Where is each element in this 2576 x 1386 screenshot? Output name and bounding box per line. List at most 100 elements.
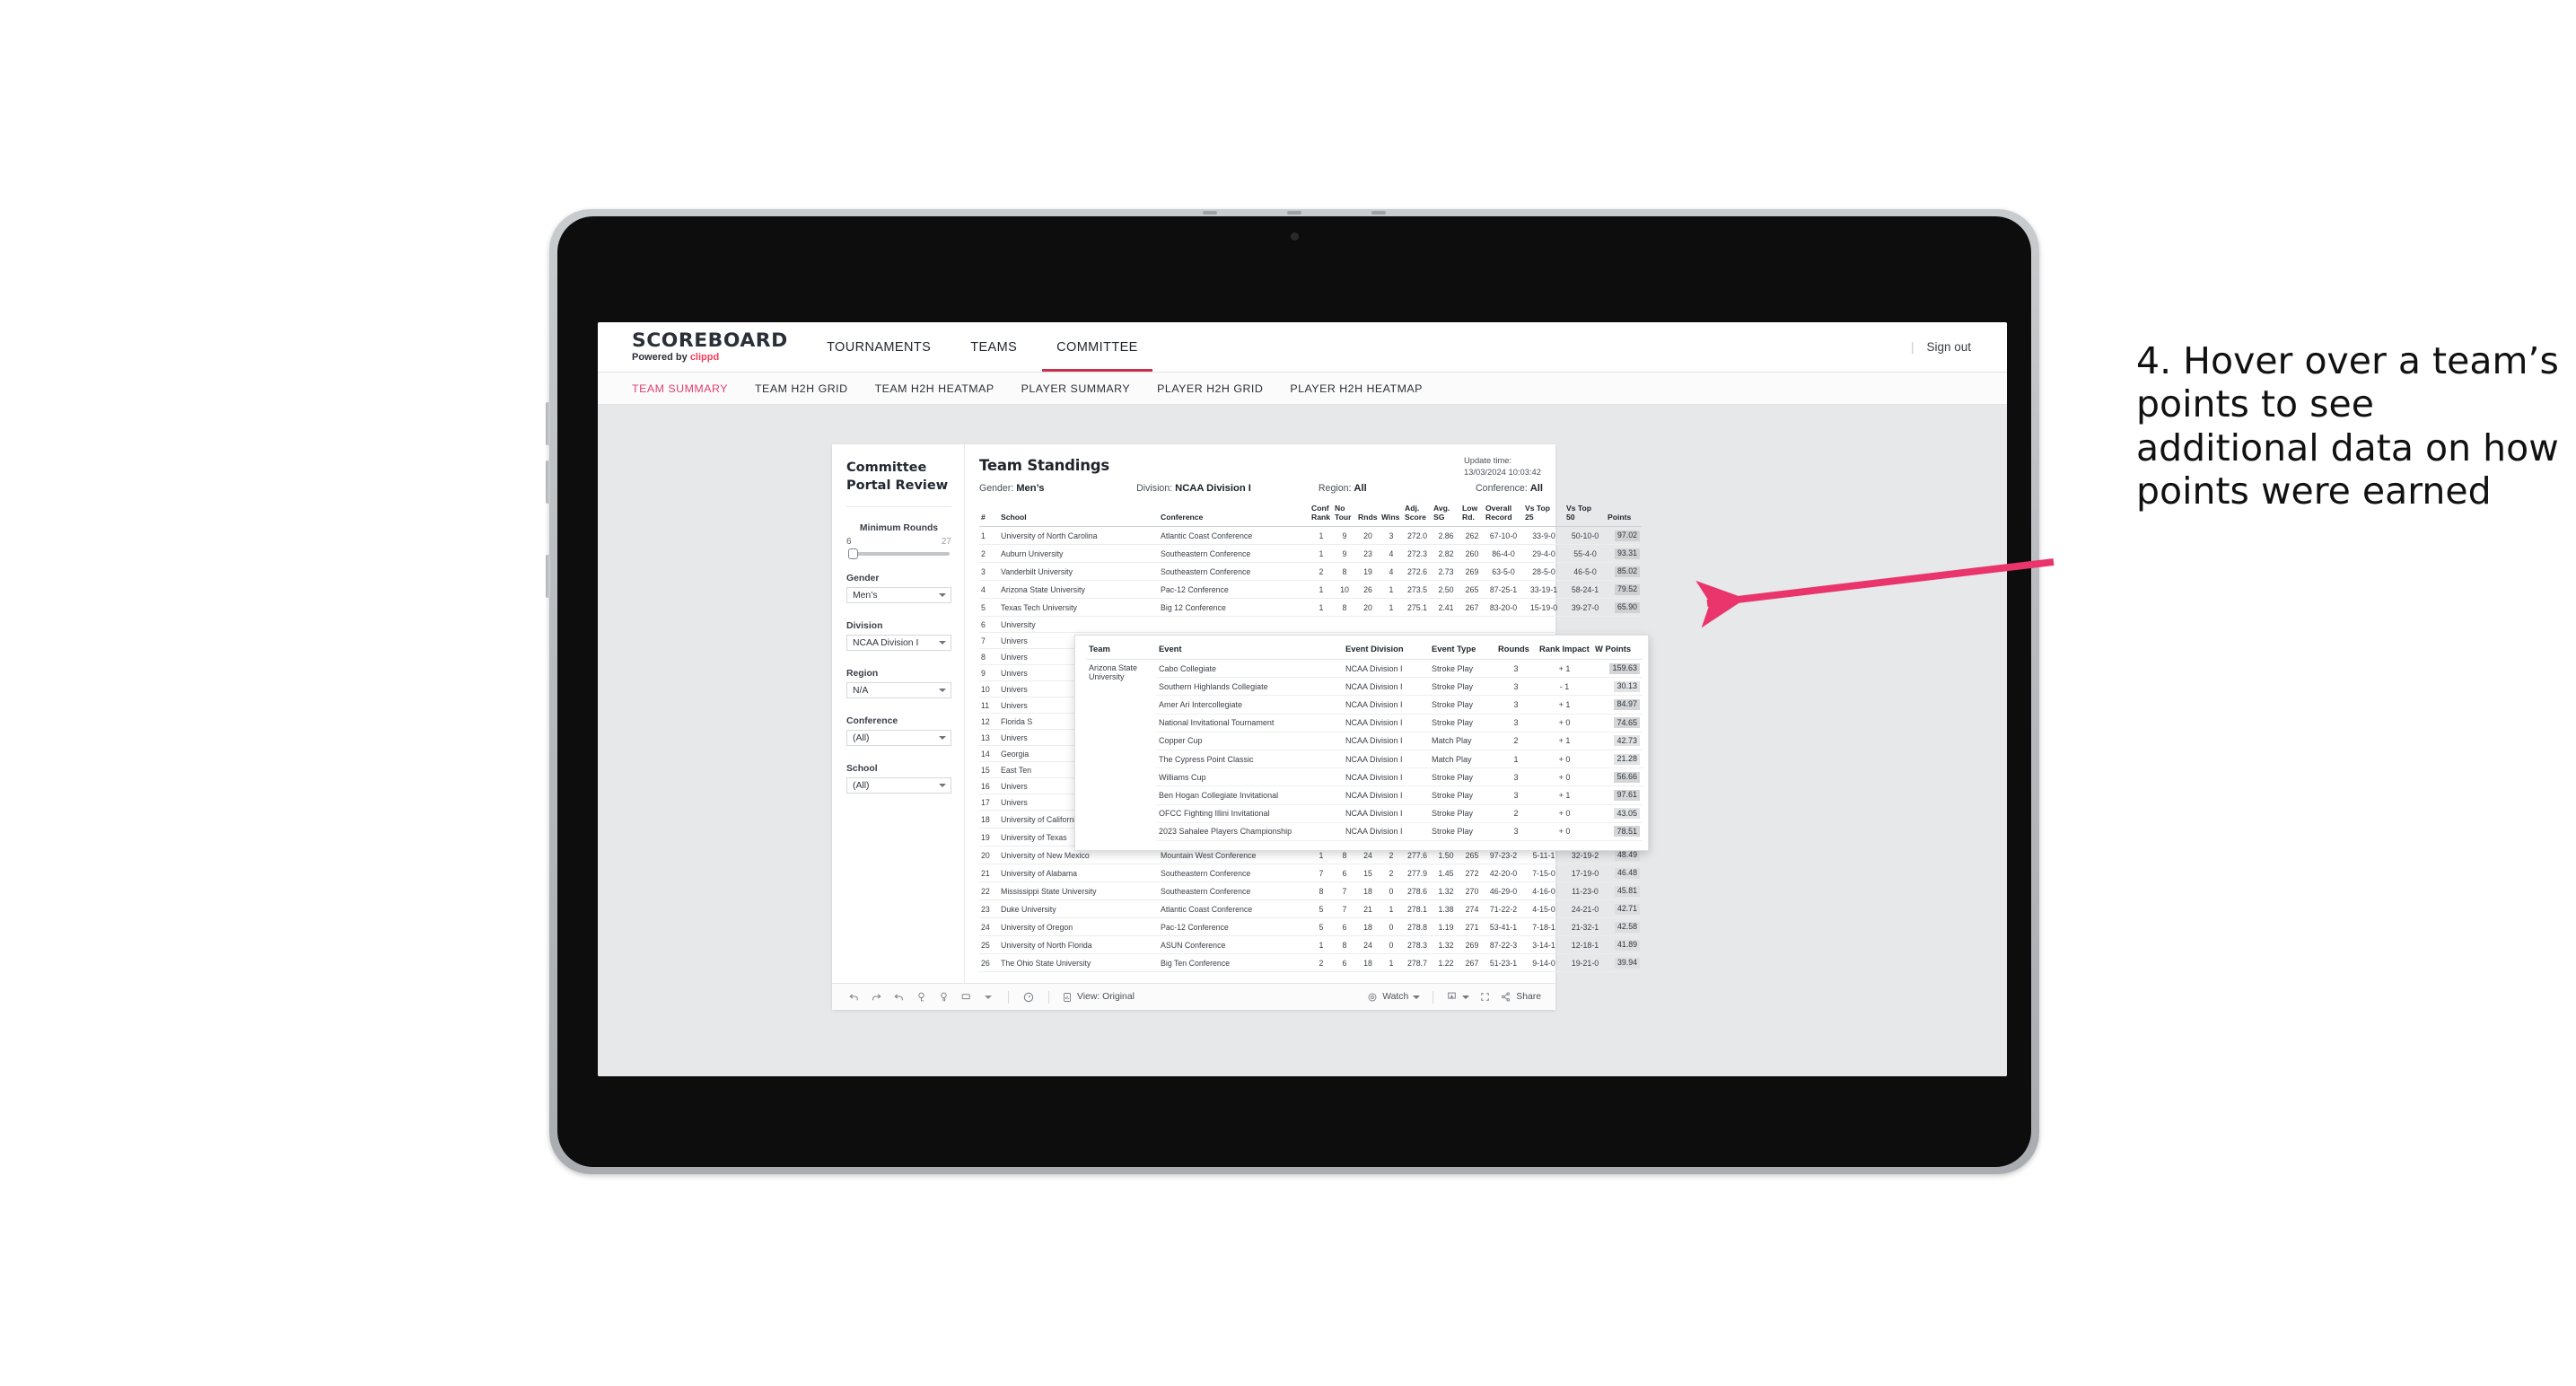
tooltip-rounds-cell: 3 <box>1495 768 1537 787</box>
vs-top-25-cell: 33-19-1 <box>1523 580 1564 600</box>
tab-team-h2h-heatmap[interactable]: TEAM H2H HEATMAP <box>875 382 994 395</box>
col-conference: Conference <box>1159 502 1310 528</box>
minimum-rounds-slider[interactable] <box>848 548 950 560</box>
table-header-row: # School Conference Conf Rank No Tour Rn… <box>979 502 1642 528</box>
conference-select[interactable]: (All) <box>846 730 951 747</box>
chip-label: Gender: <box>979 483 1014 494</box>
no-tour-cell: 6 <box>1333 864 1356 883</box>
table-row[interactable]: 1 University of North Carolina Atlantic Co… <box>979 526 1642 546</box>
tooltip-row: 2023 Sahalee Players Championship NCAA Di… <box>1086 822 1643 841</box>
avg-sg-cell: 1.22 <box>1432 953 1460 973</box>
tooltip-w-points-cell: 30.13 <box>1592 677 1643 697</box>
nav-item-teams[interactable]: TEAMS <box>951 322 1037 372</box>
update-time: Update time: 13/03/2024 10:03:42 <box>1464 455 1541 478</box>
tab-player-h2h-grid[interactable]: PLAYER H2H GRID <box>1157 382 1263 395</box>
table-row[interactable]: 4 Arizona State University Pac-12 Conferen… <box>979 580 1642 600</box>
refresh-icon[interactable] <box>914 990 928 1004</box>
pause-icon[interactable] <box>1021 990 1036 1004</box>
redo-icon[interactable] <box>869 990 883 1004</box>
table-row[interactable]: 2 Auburn University Southeastern Conferenc… <box>979 544 1642 564</box>
tab-team-h2h-grid[interactable]: TEAM H2H GRID <box>755 382 848 395</box>
points-cell[interactable]: 97.02 <box>1606 526 1642 546</box>
filter-minimum-rounds: Minimum Rounds 6 27 <box>846 523 951 560</box>
brand-logo[interactable]: SCOREBOARD Powered by clippd <box>598 331 807 363</box>
points-breakdown-table: Team Event Event Division Event Type Rou… <box>1086 644 1643 841</box>
tablet-device: SCOREBOARD Powered by clippd TOURNAMENTS… <box>546 209 2039 1174</box>
custom-views-caret-icon[interactable] <box>981 990 995 1004</box>
tooltip-type-cell: Stroke Play <box>1429 714 1495 732</box>
nav-item-committee[interactable]: COMMITTEE <box>1037 322 1158 372</box>
points-cell[interactable]: 42.71 <box>1606 899 1642 919</box>
points-cell[interactable]: 93.31 <box>1606 544 1642 564</box>
points-cell[interactable]: 79.52 <box>1606 580 1642 600</box>
table-row[interactable]: 6 University <box>979 616 1642 634</box>
table-row[interactable]: 21 University of Alabama Southeastern Conf… <box>979 864 1642 883</box>
volume-up-button[interactable] <box>546 402 550 445</box>
tooltip-w-points-value: 43.05 <box>1614 808 1640 820</box>
school-cell: Auburn University <box>999 544 1159 564</box>
custom-views-icon[interactable] <box>959 990 973 1004</box>
tooltip-w-points-value: 78.51 <box>1614 826 1640 838</box>
secondary-nav: TEAM SUMMARY TEAM H2H GRID TEAM H2H HEAT… <box>598 373 2007 405</box>
tab-player-h2h-heatmap[interactable]: PLAYER H2H HEATMAP <box>1290 382 1423 395</box>
points-cell[interactable]: 39.94 <box>1606 953 1642 973</box>
share-button[interactable]: Share <box>1500 991 1541 1003</box>
school-cell: The Ohio State University <box>999 953 1159 973</box>
conference-cell: Pac-12 Conference <box>1159 917 1310 937</box>
col-no-tour: No Tour <box>1333 502 1356 528</box>
download-button[interactable] <box>1446 991 1470 1003</box>
table-row[interactable]: 24 University of Oregon Pac-12 Conference 5… <box>979 917 1642 937</box>
conference-cell: Southeastern Conference <box>1159 544 1310 564</box>
points-cell[interactable]: 65.90 <box>1606 598 1642 618</box>
update-time-label: Update time: <box>1463 455 1512 465</box>
table-row[interactable]: 3 Vanderbilt University Southeastern Confe… <box>979 562 1642 582</box>
school-select[interactable]: (All) <box>846 777 951 794</box>
side-button[interactable] <box>546 555 550 598</box>
app-top-nav: SCOREBOARD Powered by clippd TOURNAMENTS… <box>598 322 2007 373</box>
sign-out-link[interactable]: Sign out <box>1926 340 1971 354</box>
tooltip-team-cell: Arizona State University <box>1089 662 1138 681</box>
table-row[interactable]: 26 The Ohio State University Big Ten Confe… <box>979 953 1642 973</box>
toolbar-divider <box>1008 990 1009 1004</box>
points-cell[interactable]: 85.02 <box>1606 562 1642 582</box>
table-row[interactable]: 5 Texas Tech University Big 12 Conference 1… <box>979 598 1642 618</box>
slider-min-value: 6 <box>846 537 852 548</box>
division-select[interactable]: NCAA Division I <box>846 635 951 652</box>
undo-icon[interactable] <box>846 990 861 1004</box>
rank-cell: 13 <box>979 729 999 747</box>
fullscreen-icon[interactable] <box>1477 990 1492 1004</box>
points-cell[interactable] <box>1606 616 1642 634</box>
points-cell[interactable]: 46.48 <box>1606 864 1642 883</box>
gender-select[interactable]: Men’s <box>846 587 951 604</box>
tab-team-summary[interactable]: TEAM SUMMARY <box>632 382 728 395</box>
slider-handle[interactable] <box>848 548 858 560</box>
no-tour-cell: 6 <box>1333 953 1356 973</box>
no-tour-cell: 7 <box>1333 899 1356 919</box>
table-row[interactable]: 25 University of North Florida ASUN Confer… <box>979 935 1642 955</box>
nav-item-tournaments[interactable]: TOURNAMENTS <box>807 322 951 372</box>
rnds-cell: 21 <box>1356 899 1380 919</box>
table-row[interactable]: 23 Duke University Atlantic Coast Conferen… <box>979 899 1642 919</box>
points-cell[interactable]: 45.81 <box>1606 882 1642 901</box>
watch-button[interactable]: Watch <box>1367 992 1421 1003</box>
points-value: 79.52 <box>1614 583 1640 595</box>
points-cell[interactable]: 42.58 <box>1606 917 1642 937</box>
wins-cell: 3 <box>1380 526 1403 546</box>
tooltip-rank-impact-cell: + 0 <box>1537 822 1592 841</box>
volume-down-button[interactable] <box>546 461 550 504</box>
region-select[interactable]: N/A <box>846 682 951 699</box>
revert-icon[interactable] <box>891 990 906 1004</box>
rnds-cell <box>1356 616 1380 634</box>
avg-sg-cell: 1.32 <box>1432 882 1460 901</box>
adj-score-cell: 272.3 <box>1403 544 1432 564</box>
tooltip-w-points-cell: 56.66 <box>1592 768 1643 787</box>
tab-player-summary[interactable]: PLAYER SUMMARY <box>1021 382 1131 395</box>
tooltip-type-cell: Stroke Play <box>1429 822 1495 841</box>
points-cell[interactable]: 41.89 <box>1606 935 1642 955</box>
table-row[interactable]: 22 Mississippi State University Southeaste… <box>979 882 1642 901</box>
view-original-button[interactable]: View: Original <box>1062 992 1135 1003</box>
conf-rank-cell: 7 <box>1310 864 1333 883</box>
vs-top-25-cell: 7-15-0 <box>1523 864 1564 883</box>
tooltip-event-cell: 2023 Sahalee Players Championship <box>1156 822 1343 841</box>
pause-auto-update-icon[interactable] <box>936 990 951 1004</box>
